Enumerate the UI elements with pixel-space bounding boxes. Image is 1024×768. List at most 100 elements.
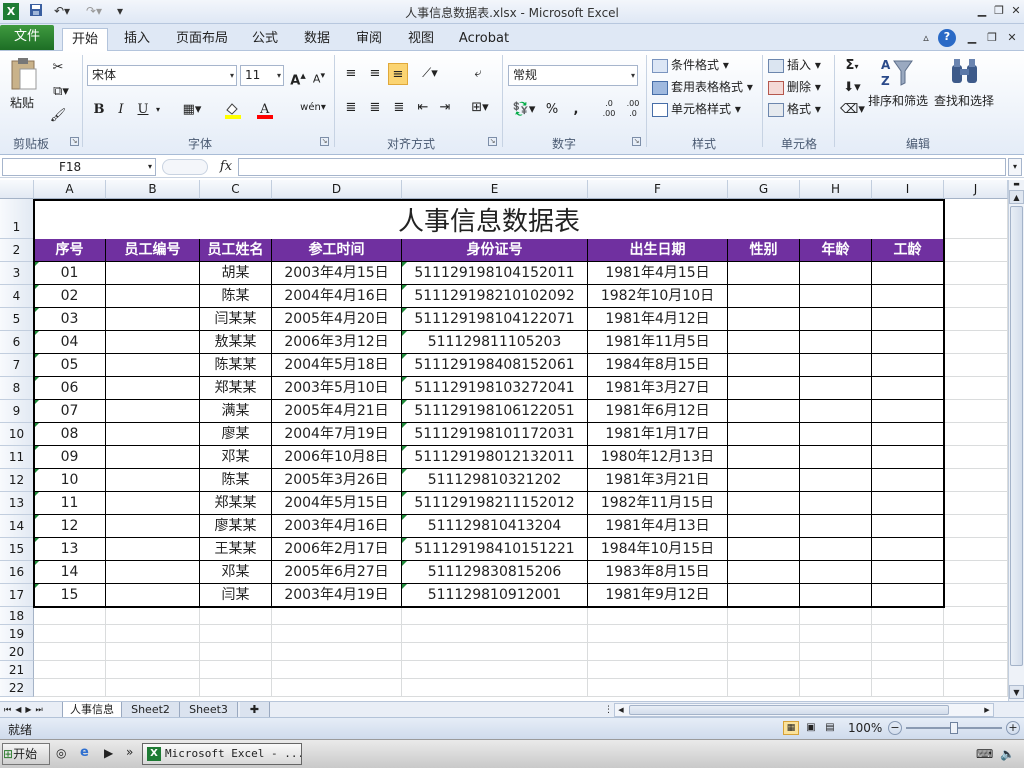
table-cell[interactable] (800, 492, 872, 515)
insert-sheet-icon[interactable]: ✚ (240, 702, 270, 718)
table-cell[interactable] (106, 561, 200, 584)
table-cell[interactable]: 2003年5月10日 (272, 377, 402, 400)
empty-cell[interactable] (588, 643, 728, 661)
column-header[interactable]: F (588, 180, 728, 199)
table-cell[interactable]: 2006年10月8日 (272, 446, 402, 469)
empty-cell[interactable] (272, 661, 402, 679)
underline-dropdown-icon[interactable]: ▾ (152, 99, 164, 121)
page-layout-view-icon[interactable]: ▣ (803, 721, 819, 735)
increase-decimal-button[interactable]: .0 .00 (598, 99, 620, 121)
volume-tray-icon[interactable]: 🔈 (1000, 746, 1018, 762)
table-cell[interactable] (800, 515, 872, 538)
table-cell[interactable] (728, 377, 800, 400)
table-cell[interactable] (728, 285, 800, 308)
internet-explorer-icon[interactable]: e (80, 745, 96, 761)
zoom-level[interactable]: 100% (848, 721, 882, 735)
table-cell[interactable]: 511129830815206 (402, 561, 588, 584)
table-cell[interactable] (872, 285, 944, 308)
table-cell[interactable] (728, 354, 800, 377)
table-cell[interactable] (106, 331, 200, 354)
table-cell[interactable] (728, 469, 800, 492)
table-cell[interactable]: 09 (34, 446, 106, 469)
tab-insert[interactable]: 插入 (115, 28, 159, 51)
row-header[interactable]: 13 (0, 492, 34, 515)
table-cell[interactable]: 511129810912001 (402, 584, 588, 607)
table-cell[interactable]: 陈某某 (200, 354, 272, 377)
doc-restore-icon[interactable]: ❐ (984, 30, 1000, 46)
row-header[interactable]: 5 (0, 308, 34, 331)
table-cell[interactable] (106, 538, 200, 561)
table-cell[interactable] (728, 400, 800, 423)
sheet-tab-sheet2[interactable]: Sheet2 (122, 702, 180, 718)
format-as-table-button[interactable]: 套用表格格式 ▾ (652, 77, 753, 97)
column-header[interactable]: J (944, 180, 1008, 199)
table-cell[interactable]: 1984年8月15日 (588, 354, 728, 377)
table-cell[interactable]: 2006年3月12日 (272, 331, 402, 354)
table-cell[interactable]: 511129810321202 (402, 469, 588, 492)
table-cell[interactable]: 陈某 (200, 469, 272, 492)
table-header-cell[interactable]: 性别 (728, 239, 800, 262)
vertical-scroll-thumb[interactable] (1010, 206, 1023, 666)
tab-file[interactable]: 文件 (0, 25, 54, 50)
table-cell[interactable] (872, 377, 944, 400)
font-color-icon[interactable]: A (256, 101, 274, 119)
number-launcher-icon[interactable]: ↘ (632, 137, 641, 146)
empty-cell[interactable] (944, 661, 1008, 679)
sheet-nav-icon[interactable]: ⏮◀▶⏭ (4, 703, 58, 717)
table-header-cell[interactable]: 序号 (34, 239, 106, 262)
table-cell[interactable] (800, 331, 872, 354)
table-cell[interactable] (872, 492, 944, 515)
empty-cell[interactable] (800, 679, 872, 697)
table-cell[interactable] (728, 538, 800, 561)
empty-cell[interactable] (728, 625, 800, 643)
table-cell[interactable] (106, 492, 200, 515)
table-header-cell[interactable]: 年龄 (800, 239, 872, 262)
column-header[interactable]: A (34, 180, 106, 199)
sort-filter-icon[interactable]: AZ (880, 55, 914, 89)
excel-taskbar-button[interactable]: X Microsoft Excel - ... (142, 743, 302, 765)
table-cell[interactable] (800, 354, 872, 377)
table-cell[interactable]: 1982年11月15日 (588, 492, 728, 515)
empty-cell[interactable] (106, 661, 200, 679)
empty-cell[interactable] (944, 331, 1008, 354)
empty-cell[interactable] (588, 625, 728, 643)
table-cell[interactable] (872, 538, 944, 561)
table-cell[interactable]: 胡某 (200, 262, 272, 285)
empty-cell[interactable] (106, 643, 200, 661)
empty-cell[interactable] (800, 661, 872, 679)
table-cell[interactable]: 廖某某 (200, 515, 272, 538)
table-cell[interactable] (872, 331, 944, 354)
scroll-up-icon[interactable]: ▲ (1009, 190, 1024, 204)
conditional-format-button[interactable]: 条件格式 ▾ (652, 55, 729, 75)
zoom-out-icon[interactable]: − (888, 721, 902, 735)
row-header[interactable]: 14 (0, 515, 34, 538)
row-header[interactable]: 16 (0, 561, 34, 584)
table-cell[interactable] (800, 308, 872, 331)
empty-cell[interactable] (872, 679, 944, 697)
tab-acrobat[interactable]: Acrobat (452, 28, 516, 51)
empty-cell[interactable] (944, 469, 1008, 492)
table-cell[interactable] (800, 538, 872, 561)
row-header[interactable]: 1 (0, 199, 34, 239)
comma-style-button[interactable]: , (570, 99, 582, 121)
empty-cell[interactable] (106, 679, 200, 697)
tab-home[interactable]: 开始 (62, 28, 108, 52)
empty-cell[interactable] (872, 625, 944, 643)
table-cell[interactable] (800, 446, 872, 469)
row-header[interactable]: 8 (0, 377, 34, 400)
empty-cell[interactable] (800, 625, 872, 643)
row-header[interactable]: 3 (0, 262, 34, 285)
row-header[interactable]: 10 (0, 423, 34, 446)
table-cell[interactable]: 2005年3月26日 (272, 469, 402, 492)
empty-cell[interactable] (200, 679, 272, 697)
table-cell[interactable]: 511129198211152012 (402, 492, 588, 515)
table-cell[interactable] (728, 492, 800, 515)
empty-cell[interactable] (944, 199, 1008, 239)
orientation-icon[interactable]: ⟋▾ (416, 63, 444, 85)
close-icon[interactable]: ✕ (1008, 3, 1024, 19)
autosum-button[interactable]: Σ▾ (840, 55, 864, 77)
table-cell[interactable]: 2003年4月16日 (272, 515, 402, 538)
table-cell[interactable]: 511129198410151221 (402, 538, 588, 561)
empty-cell[interactable] (34, 643, 106, 661)
empty-cell[interactable] (944, 377, 1008, 400)
